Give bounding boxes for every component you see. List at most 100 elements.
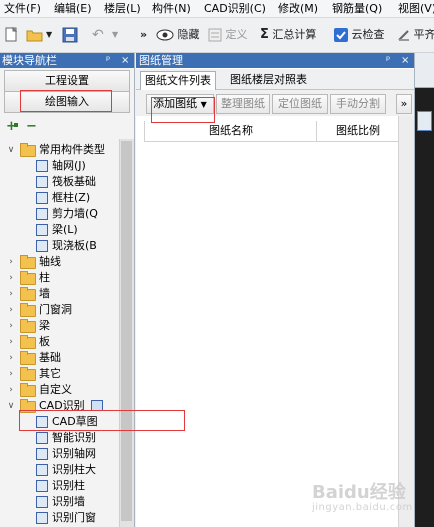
cloud-check-icon [334,28,348,42]
tree-leaf-item[interactable]: 筏板基础 [26,174,118,190]
expand-arrow-icon[interactable]: › [6,366,16,382]
drawing-action-bar: 添加图纸 ▼ 整理图纸 定位图纸 手动分割 » [136,90,414,116]
component-icon [36,416,48,428]
undo-icon[interactable]: ↶ [92,22,104,48]
folder-icon [20,319,36,333]
menu-edit[interactable]: 编辑(E) [54,0,92,17]
expand-arrow-icon[interactable]: › [6,286,16,302]
save-icon[interactable] [62,22,78,48]
project-settings-button[interactable]: 工程设置 [4,70,130,92]
tree-item-label: 梁 [39,319,50,332]
tree-folder-item[interactable]: › 其它 [6,366,118,382]
expand-arrow-icon[interactable]: › [6,318,16,334]
folder-icon [20,367,36,381]
tab-drawing-file-list[interactable]: 图纸文件列表 [140,71,216,90]
collapse-arrow-icon[interactable]: ∨ [6,398,16,414]
tree-leaf-item[interactable]: 智能识别 [26,430,118,446]
expand-arrow-icon[interactable]: › [6,350,16,366]
tree-item-label: 常用构件类型 [39,143,105,156]
collapse-arrow-icon[interactable]: ∨ [6,142,16,158]
cad-grid-icon[interactable] [91,400,103,411]
nav-tree-scroll-thumb[interactable] [121,141,132,521]
tree-folder-item[interactable]: › 轴线 [6,254,118,270]
tree-folder-item[interactable]: › 门窗洞 [6,302,118,318]
column-drawing-scale[interactable]: 图纸比例 [316,121,399,141]
tree-item-label: 板 [39,335,50,348]
expand-arrow-icon[interactable]: › [6,270,16,286]
sum-calc-label: 汇总计算 [272,28,317,41]
cloud-check-button[interactable]: 云检查 [334,22,385,48]
hide-button[interactable]: 隐藏 [156,22,200,48]
open-dropdown-arrow-icon[interactable]: ▼ [46,22,52,48]
panel-pin-icon[interactable]: ᵖ [386,53,390,68]
draw-input-button[interactable]: 绘图输入 [4,91,130,113]
expand-arrow-icon[interactable]: › [6,382,16,398]
more-buttons-icon[interactable]: » [396,94,412,114]
expand-arrow-icon[interactable]: › [6,254,16,270]
component-icon [36,224,48,236]
tree-leaf-item[interactable]: 识别墙 [26,494,118,510]
define-button[interactable]: 定义 [208,22,248,48]
folder-icon [20,351,36,365]
menu-modify[interactable]: 修改(M) [278,0,318,17]
tree-folder-item[interactable]: ∨ CAD识别 [6,398,118,414]
module-nav-title: 模块导航栏 [2,54,57,67]
tree-leaf-item[interactable]: 识别门窗 [26,510,118,526]
menu-rebar[interactable]: 钢筋量(Q) [332,0,382,17]
undo-dropdown-arrow-icon[interactable]: ▼ [112,22,118,48]
tree-leaf-item[interactable]: 识别柱大 [26,462,118,478]
locate-drawing-button[interactable]: 定位图纸 [272,94,328,114]
drawing-table-scrollbar[interactable] [398,116,414,527]
tree-leaf-item[interactable]: 识别轴网 [26,446,118,462]
tree-folder-item[interactable]: › 柱 [6,270,118,286]
tree-item-label: 识别轴网 [52,447,96,460]
manual-split-button[interactable]: 手动分割 [330,94,386,114]
menu-file[interactable]: 文件(F) [4,0,41,17]
flat-button[interactable]: 平齐 [398,22,434,48]
component-icon [36,464,48,476]
nav-tree-scrollbar[interactable] [119,139,134,527]
tree-leaf-item[interactable]: CAD草图 [26,414,118,430]
close-icon[interactable]: × [121,53,129,68]
tree-leaf-item[interactable]: 梁(L) [26,222,118,238]
sum-calc-button[interactable]: Σ 汇总计算 [260,22,316,48]
tree-leaf-item[interactable]: 框柱(Z) [26,190,118,206]
add-drawing-dropdown-icon[interactable]: ▼ [201,100,207,109]
tree-item-label: 智能识别 [52,431,96,444]
menu-component[interactable]: 构件(N) [152,0,191,17]
component-icon [36,512,48,524]
column-drawing-name[interactable]: 图纸名称 [144,121,317,141]
tree-folder-item[interactable]: › 墙 [6,286,118,302]
panel-close-icon[interactable]: × [401,53,409,68]
tree-leaf-item[interactable]: 现浇板(B [26,238,118,254]
canvas-side-tool-icon[interactable] [417,111,432,131]
toolbar-overflow-icon[interactable]: » [140,22,147,48]
tab-drawing-floor-map[interactable]: 图纸楼层对照表 [226,71,311,89]
tree-folder-item[interactable]: › 自定义 [6,382,118,398]
tree-leaf-item[interactable]: 轴网(J) [26,158,118,174]
module-nav-panel: 模块导航栏 ᵖ × 工程设置 绘图输入 + − ∨ 常用构件类型 轴网(J) 筏板基础… [0,53,135,527]
flat-icon [398,30,409,41]
expand-arrow-icon[interactable]: › [6,302,16,318]
add-drawing-button[interactable]: 添加图纸 ▼ [146,94,214,114]
tree-folder-item[interactable]: › 板 [6,334,118,350]
tree-leaf-item[interactable]: 剪力墙(Q [26,206,118,222]
component-icon [36,160,48,172]
menu-view[interactable]: 视图(V) [398,0,434,17]
tree-item-label: 识别门窗 [52,511,96,524]
pin-icon[interactable]: ᵖ [106,53,110,68]
tree-folder-item[interactable]: ∨ 常用构件类型 [6,142,118,158]
flat-label: 平齐 [413,28,434,41]
add-drawing-label: 添加图纸 [153,97,198,110]
menu-cad[interactable]: CAD识别(C) [204,0,266,17]
collapse-all-icon[interactable]: − [26,119,37,134]
menu-floor[interactable]: 楼层(L) [104,0,141,17]
tree-folder-item[interactable]: › 梁 [6,318,118,334]
organize-drawing-button[interactable]: 整理图纸 [216,94,270,114]
open-folder-icon[interactable] [26,22,44,48]
tree-folder-item[interactable]: › 基础 [6,350,118,366]
expand-arrow-icon[interactable]: › [6,334,16,350]
new-file-icon[interactable] [4,22,18,48]
tree-leaf-item[interactable]: 识别柱 [26,478,118,494]
drawing-canvas[interactable] [415,53,434,527]
